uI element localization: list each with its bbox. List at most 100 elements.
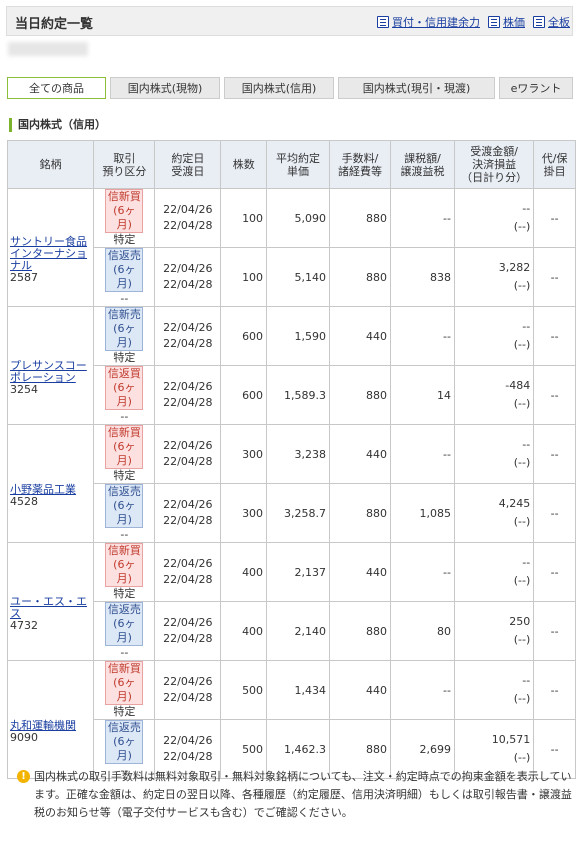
stock-code: 4732 — [10, 618, 38, 632]
account-type: -- — [120, 646, 129, 659]
delivery-date: 22/04/28 — [163, 514, 213, 527]
stock-name-link[interactable]: 丸和運輸機関 — [10, 719, 91, 732]
stock-cell: 丸和運輸機関 9090 — [6, 660, 95, 779]
column-header: 取引 預り区分 — [93, 140, 156, 189]
date-cell: 22/04/26 22/04/28 — [154, 601, 222, 661]
quantity-cell: 300 — [220, 424, 268, 484]
trade-period: (6ヶ月) — [113, 558, 136, 585]
amount-value: 10,571 — [491, 733, 531, 746]
quantity-cell: 300 — [220, 483, 268, 543]
trade-type-badge: 信返売 (6ヶ月) — [105, 602, 144, 646]
tax-cell: -- — [390, 542, 455, 602]
stock-price-link[interactable]: 株価 — [488, 14, 525, 30]
quantity-cell: 100 — [220, 247, 268, 307]
trade-type-cell: 信返買 (6ヶ月) -- — [93, 365, 156, 425]
trade-type-badge: 信返売 (6ヶ月) — [105, 484, 144, 528]
amount-value: -- — [522, 438, 531, 451]
account-type: -- — [120, 292, 129, 305]
orders-table: 銘柄 取引 預り区分 約定日 受渡日 株数 平均約定 単価 手数料/諸経費等 課税額/譲渡益税 受渡… — [6, 140, 576, 779]
tab-domestic-margin[interactable]: 国内株式(信用) — [224, 77, 334, 99]
warning-icon: ! — [17, 770, 30, 783]
fee-cell: 440 — [329, 306, 391, 366]
column-header-line: 平均約定 — [276, 151, 321, 165]
column-header-line: 銘柄 — [39, 158, 62, 171]
margin-rate-cell: -- — [533, 188, 576, 248]
delivery-date: 22/04/28 — [163, 337, 213, 350]
stock-cell: ユー・エス・エス 4732 — [6, 542, 95, 661]
tab-all-products[interactable]: 全ての商品 — [7, 77, 106, 99]
trade-period: (6ヶ月) — [113, 263, 136, 290]
margin-rate-cell: -- — [533, 660, 576, 720]
column-header: 受渡金額/決済損益 （日計り分） — [453, 140, 535, 189]
quantity-cell: 600 — [220, 365, 268, 425]
tax-cell: 1,085 — [390, 483, 455, 543]
order-book-link[interactable]: 全板 — [533, 14, 570, 30]
avg-price-cell: 1,590 — [266, 306, 331, 366]
stock-name-link[interactable]: サントリー食品インターナショナル — [10, 235, 91, 272]
column-header: 銘柄 — [6, 140, 95, 189]
amount-value: 3,282 — [498, 261, 531, 274]
column-header-line: 諸経費等 — [338, 164, 383, 178]
delivery-date: 22/04/28 — [163, 278, 213, 291]
column-header: 約定日 受渡日 — [154, 140, 222, 189]
account-type: 特定 — [113, 587, 136, 600]
stock-cell: サントリー食品インターナショナル 2587 — [6, 188, 95, 307]
delivery-date: 22/04/28 — [163, 455, 213, 468]
stock-code: 9090 — [10, 730, 38, 744]
date-cell: 22/04/26 22/04/28 — [154, 365, 222, 425]
column-header-line: 決済損益 — [472, 158, 517, 171]
amount-value: -- — [522, 202, 531, 215]
quantity-cell: 600 — [220, 306, 268, 366]
trade-period: (6ヶ月) — [113, 204, 136, 231]
account-type: -- — [120, 410, 129, 423]
trade-type-badge: 信返売 (6ヶ月) — [105, 248, 144, 292]
trade-period: (6ヶ月) — [113, 676, 136, 703]
account-type: 特定 — [113, 233, 136, 246]
trade-period: (6ヶ月) — [113, 499, 136, 526]
trade-type-cell: 信新買 (6ヶ月) 特定 — [93, 188, 156, 248]
tax-cell: 14 — [390, 365, 455, 425]
trade-date: 22/04/26 — [163, 321, 213, 334]
column-header: 株数 — [220, 140, 268, 189]
amount-cell: 3,282 (--) — [453, 247, 535, 307]
column-header: 平均約定 単価 — [266, 140, 331, 189]
stock-name-link[interactable]: プレサンスコーポレーション — [10, 359, 91, 384]
notice-text: 国内株式の取引手数料は無料対象取引・無料対象銘柄についても、注文・約定時点での拘… — [34, 770, 572, 819]
trade-type-badge: 信新買 (6ヶ月) — [105, 189, 144, 233]
table-header-row: 銘柄 取引 預り区分 約定日 受渡日 株数 平均約定 単価 手数料/諸経費等 課税額/譲渡益税 受渡… — [6, 140, 576, 189]
buying-power-link[interactable]: 買付・信用建余力 — [377, 14, 480, 30]
stock-code: 3254 — [10, 382, 38, 396]
trade-type: 信新買 — [107, 190, 141, 203]
buying-power-icon — [377, 16, 389, 28]
trade-type-badge: 信新買 (6ヶ月) — [105, 661, 144, 705]
order-book-label: 全板 — [548, 16, 570, 29]
trade-date: 22/04/26 — [163, 616, 213, 629]
margin-rate-cell: -- — [533, 483, 576, 543]
column-header-line: 課税額/ — [404, 151, 441, 165]
trade-type: 信新買 — [107, 426, 141, 439]
stock-code: 4528 — [10, 494, 38, 508]
account-type: 特定 — [113, 705, 136, 718]
trade-period: (6ヶ月) — [113, 440, 136, 467]
tab-ewarrant[interactable]: eワラント — [499, 77, 573, 99]
delivery-date: 22/04/28 — [163, 691, 213, 704]
trade-date: 22/04/26 — [163, 675, 213, 688]
tab-domestic-spot[interactable]: 国内株式(現物) — [110, 77, 220, 99]
avg-price-cell: 2,137 — [266, 542, 331, 602]
stock-name-link[interactable]: ユー・エス・エス — [10, 595, 91, 620]
margin-rate-cell: -- — [533, 365, 576, 425]
tab-domestic-delivery[interactable]: 国内株式(現引・現渡) — [338, 77, 495, 99]
fee-cell: 880 — [329, 483, 391, 543]
avg-price-cell: 3,258.7 — [266, 483, 331, 543]
margin-rate-cell: -- — [533, 424, 576, 484]
day-trade-amount: (--) — [513, 279, 531, 292]
page-title: 当日約定一覧 — [15, 17, 94, 32]
tax-cell: 80 — [390, 601, 455, 661]
column-header: 代/保 掛目 — [533, 140, 576, 189]
trade-type-badge: 信返売 (6ヶ月) — [105, 720, 144, 764]
delivery-date: 22/04/28 — [163, 573, 213, 586]
stock-name-link[interactable]: 小野薬品工業 — [10, 483, 91, 496]
trade-period: (6ヶ月) — [113, 617, 136, 644]
trade-type: 信返売 — [107, 721, 141, 734]
notice: ! 国内株式の取引手数料は無料対象取引・無料対象銘柄についても、注文・約定時点で… — [17, 768, 577, 822]
